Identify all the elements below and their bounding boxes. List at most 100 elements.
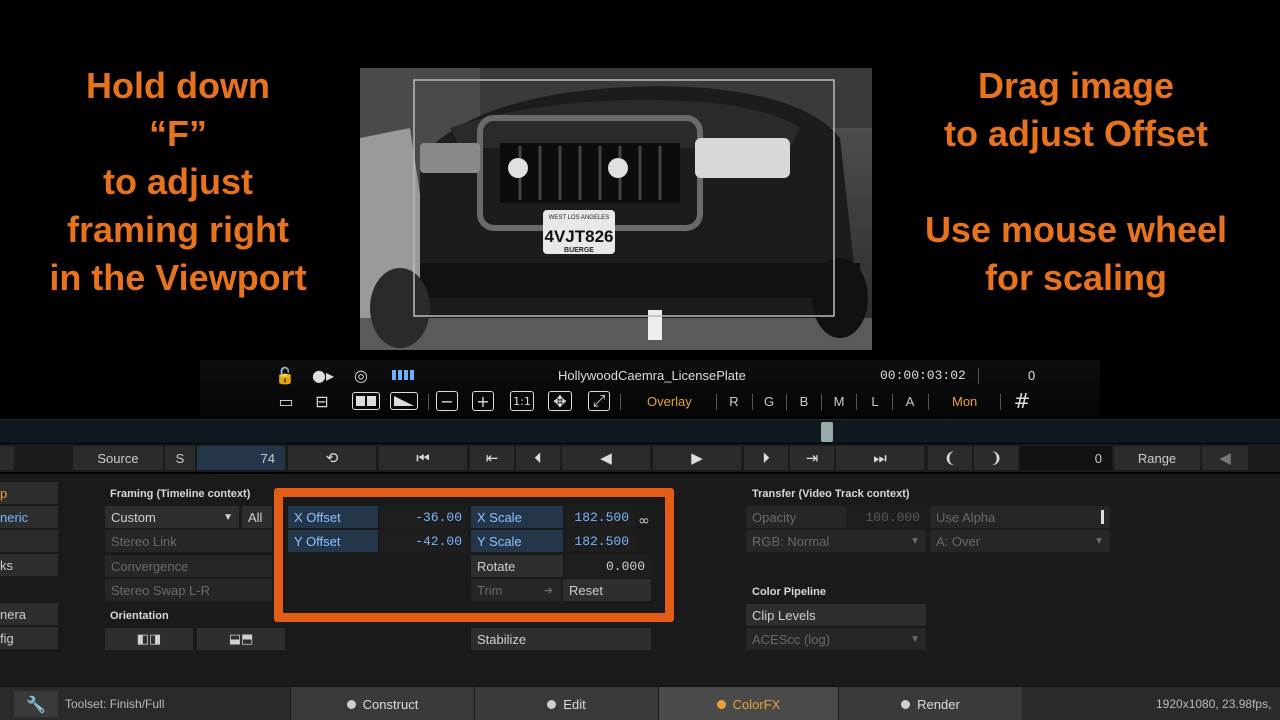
grid-icon[interactable]: # bbox=[1010, 389, 1034, 413]
transfer-title: Transfer (Video Track context) bbox=[752, 488, 910, 500]
color-pipeline-title: Color Pipeline bbox=[752, 586, 826, 598]
alpha-mode-select[interactable]: A: Over ▼ bbox=[930, 530, 1110, 552]
mark-in-icon[interactable]: ❨ bbox=[928, 446, 972, 470]
left-menu-item-4[interactable]: ks bbox=[0, 554, 58, 576]
rgb-mode-value: RGB: Normal bbox=[752, 533, 830, 549]
s-button[interactable]: S bbox=[165, 446, 195, 470]
channel-l[interactable]: L bbox=[865, 394, 885, 409]
play-reverse-icon[interactable]: ◀ bbox=[562, 446, 650, 470]
channel-g[interactable]: G bbox=[759, 394, 779, 409]
wrench-icon[interactable]: 🔧 bbox=[14, 691, 58, 717]
channel-m[interactable]: M bbox=[829, 394, 849, 409]
toolset-label: Toolset: Finish/Full bbox=[65, 697, 165, 711]
format-info: 1920x1080, 23.98fps, bbox=[1156, 697, 1272, 711]
tab-colorfx[interactable]: ColorFX bbox=[658, 687, 838, 720]
wipe-view-icon[interactable] bbox=[390, 392, 418, 410]
fullscreen-icon[interactable]: ⤢ bbox=[588, 391, 610, 411]
bottom-bar: 🔧 Toolset: Finish/Full Construct Edit Co… bbox=[0, 686, 1280, 720]
go-to-end-icon[interactable]: ⏭ bbox=[836, 446, 924, 470]
aces-value: ACEScc (log) bbox=[752, 631, 831, 647]
tab-construct-label: Construct bbox=[362, 696, 419, 712]
tab-edit-label: Edit bbox=[563, 696, 586, 712]
callout-drag-offset: Drag image to adjust Offset bbox=[943, 65, 1208, 154]
volume-icon[interactable]: ◀ bbox=[1202, 446, 1248, 470]
rgb-mode-select[interactable]: RGB: Normal ▼ bbox=[746, 530, 926, 552]
chevron-down-icon: ▼ bbox=[1094, 535, 1104, 547]
tab-dot-icon bbox=[346, 699, 356, 709]
framing-all-button[interactable]: All bbox=[242, 506, 272, 528]
monitor-toggle[interactable]: Mon bbox=[952, 394, 977, 409]
left-menu-item-2[interactable]: neric bbox=[0, 506, 58, 528]
toggle-indicator bbox=[1101, 510, 1104, 524]
plate-top-text: WEST LOS ANGELES bbox=[549, 215, 610, 221]
chevron-down-icon: ▼ bbox=[910, 535, 920, 547]
unlock-icon[interactable]: 🔓 bbox=[273, 364, 297, 386]
channel-a[interactable]: A bbox=[900, 394, 920, 409]
zoom-in-icon[interactable]: + bbox=[472, 391, 494, 411]
tab-dot-icon bbox=[716, 699, 726, 709]
tab-dot-icon bbox=[901, 699, 911, 709]
film-strip-icon[interactable]: ▭ bbox=[274, 390, 298, 412]
callout-hold-f: Hold down “F” to adjust framing right in… bbox=[49, 65, 307, 298]
use-alpha-toggle[interactable]: Use Alpha bbox=[930, 506, 1110, 528]
flip-horizontal-icon: ◧◨ bbox=[136, 631, 162, 647]
fit-icon[interactable]: ✥ bbox=[548, 391, 572, 411]
tab-edit[interactable]: Edit bbox=[474, 687, 658, 720]
zoom-1-1-icon[interactable]: 1:1 bbox=[510, 391, 534, 411]
framing-title: Framing (Timeline context) bbox=[110, 488, 251, 500]
opacity-input[interactable]: 100.000 bbox=[846, 506, 926, 528]
channel-r[interactable]: R bbox=[724, 394, 744, 409]
flip-horizontal-button[interactable]: ◧◨ bbox=[105, 628, 193, 650]
film-frames-icon[interactable]: ⊟ bbox=[310, 390, 334, 412]
callout-mouse-wheel: Use mouse wheel for scaling bbox=[924, 209, 1228, 298]
viewport-image[interactable]: WEST LOS ANGELES 4VJT826 BUERGE bbox=[360, 68, 872, 350]
framing-mode-select[interactable]: Custom ▼ bbox=[105, 506, 239, 528]
plate-bottom-text: BUERGE bbox=[564, 247, 594, 254]
next-mark-icon[interactable]: ⇥ bbox=[790, 446, 834, 470]
loop-icon[interactable]: ⟲ bbox=[288, 446, 376, 470]
globe-icon[interactable]: ◎ bbox=[349, 364, 373, 386]
aces-select[interactable]: ACEScc (log) ▼ bbox=[746, 628, 926, 650]
prev-edit-icon[interactable]: ⏴ bbox=[516, 446, 560, 470]
channel-b[interactable]: B bbox=[794, 394, 814, 409]
left-menu-item-3[interactable] bbox=[0, 530, 58, 552]
flip-vertical-button[interactable]: ⬓⬒ bbox=[197, 628, 285, 650]
framing-mode-value: Custom bbox=[111, 509, 156, 525]
left-menu-item-6[interactable]: fig bbox=[0, 627, 58, 649]
chevron-down-icon: ▼ bbox=[223, 511, 233, 523]
flip-vertical-icon: ⬓⬒ bbox=[228, 631, 254, 647]
stabilize-button[interactable]: Stabilize bbox=[471, 628, 651, 650]
prev-mark-icon[interactable]: ⇤ bbox=[470, 446, 514, 470]
tab-construct[interactable]: Construct bbox=[290, 687, 474, 720]
tab-render[interactable]: Render bbox=[838, 687, 1022, 720]
viewer-toolbar: 🔓 ●▸ ◎ HollywoodCaemra_LicensePlate 00:0… bbox=[200, 360, 1100, 416]
right-frame-field[interactable]: 0 bbox=[1020, 446, 1112, 470]
tab-dot-icon bbox=[547, 699, 557, 709]
orientation-title: Orientation bbox=[110, 610, 169, 622]
frame-input[interactable]: 74 bbox=[197, 446, 285, 470]
tab-colorfx-label: ColorFX bbox=[732, 696, 781, 712]
color-bars-icon[interactable] bbox=[390, 364, 420, 386]
source-button[interactable]: Source bbox=[73, 446, 163, 470]
split-view-icon[interactable] bbox=[352, 392, 380, 410]
left-menu-item-1[interactable]: p bbox=[0, 482, 58, 504]
stereo-swap-toggle[interactable]: Stereo Swap L-R bbox=[105, 579, 272, 601]
playback-mode-icon[interactable]: ●▸ bbox=[311, 364, 335, 386]
tab-render-label: Render bbox=[917, 696, 960, 712]
left-menu-item-5[interactable]: nera bbox=[0, 603, 58, 625]
zoom-out-icon[interactable]: − bbox=[436, 391, 458, 411]
next-edit-icon[interactable]: ⏵ bbox=[744, 446, 788, 470]
plate-number-text: 4VJT826 bbox=[545, 227, 614, 246]
timeline-scrubber[interactable] bbox=[0, 419, 1280, 443]
timecode-display: 00:00:03:02 bbox=[880, 368, 966, 383]
convergence-field[interactable]: Convergence bbox=[105, 555, 272, 577]
range-button[interactable]: Range bbox=[1114, 446, 1200, 470]
mark-out-icon[interactable]: ❩ bbox=[974, 446, 1018, 470]
clip-name: HollywoodCaemra_LicensePlate bbox=[558, 368, 746, 383]
stereo-link-toggle[interactable]: Stereo Link bbox=[105, 530, 272, 552]
go-to-start-icon[interactable]: ⏮ bbox=[379, 446, 467, 470]
clip-levels-button[interactable]: Clip Levels bbox=[746, 604, 926, 626]
overlay-toggle[interactable]: Overlay bbox=[647, 394, 692, 409]
play-icon[interactable]: ▶ bbox=[653, 446, 741, 470]
playhead-handle[interactable] bbox=[821, 422, 833, 442]
